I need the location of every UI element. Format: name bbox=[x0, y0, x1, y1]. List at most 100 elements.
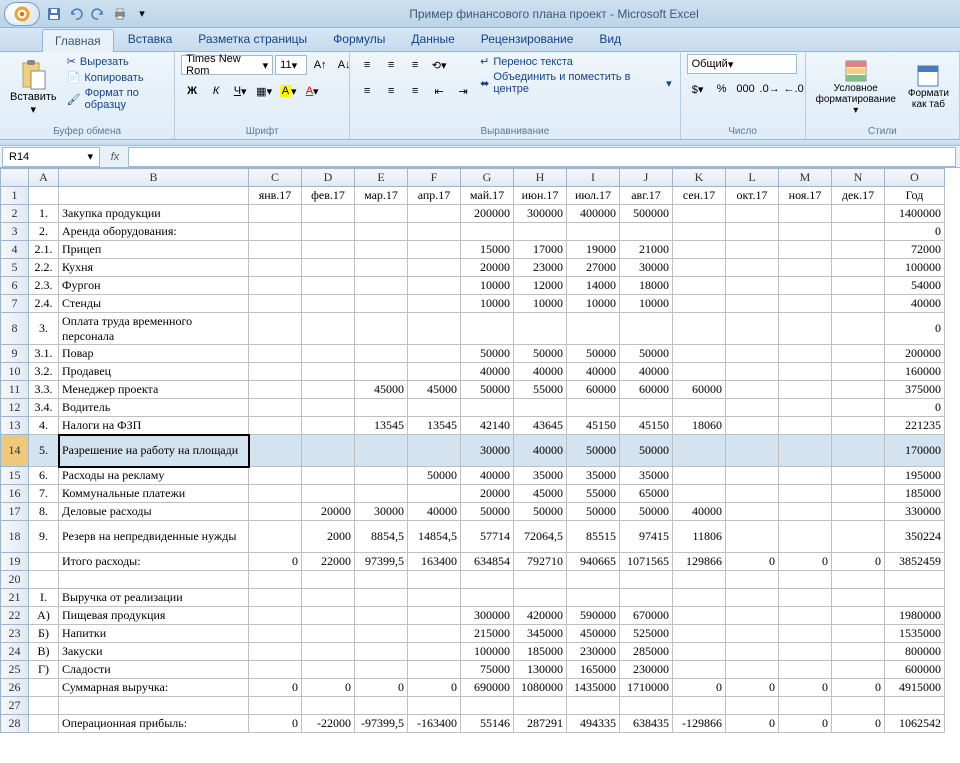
row-header-18[interactable]: 18 bbox=[1, 521, 29, 553]
row-header-21[interactable]: 21 bbox=[1, 589, 29, 607]
col-header-N[interactable]: N bbox=[832, 169, 885, 187]
cell-H10[interactable]: 40000 bbox=[514, 363, 567, 381]
cell-D21[interactable] bbox=[302, 589, 355, 607]
cell-G5[interactable]: 20000 bbox=[461, 259, 514, 277]
cell-L15[interactable] bbox=[726, 467, 779, 485]
cell-J11[interactable]: 60000 bbox=[620, 381, 673, 399]
cell-B18[interactable]: Резерв на непредвиденные нужды bbox=[59, 521, 249, 553]
cell-J17[interactable]: 50000 bbox=[620, 503, 673, 521]
cell-F19[interactable]: 163400 bbox=[408, 553, 461, 571]
cell-B5[interactable]: Кухня bbox=[59, 259, 249, 277]
qat-customize-icon[interactable]: ▾ bbox=[132, 4, 152, 24]
cell-D26[interactable]: 0 bbox=[302, 679, 355, 697]
cell-O14[interactable]: 170000 bbox=[885, 435, 945, 467]
cell-I17[interactable]: 50000 bbox=[567, 503, 620, 521]
cell-G19[interactable]: 634854 bbox=[461, 553, 514, 571]
cell-K27[interactable] bbox=[673, 697, 726, 715]
cell-E15[interactable] bbox=[355, 467, 408, 485]
cell-M2[interactable] bbox=[779, 205, 832, 223]
cell-E26[interactable]: 0 bbox=[355, 679, 408, 697]
cell-L7[interactable] bbox=[726, 295, 779, 313]
cell-J7[interactable]: 10000 bbox=[620, 295, 673, 313]
cell-I19[interactable]: 940665 bbox=[567, 553, 620, 571]
cell-M19[interactable]: 0 bbox=[779, 553, 832, 571]
cell-O23[interactable]: 1535000 bbox=[885, 625, 945, 643]
cell-I1[interactable]: июл.17 bbox=[567, 187, 620, 205]
cell-J19[interactable]: 1071565 bbox=[620, 553, 673, 571]
cell-M22[interactable] bbox=[779, 607, 832, 625]
cell-A22[interactable]: А) bbox=[29, 607, 59, 625]
cell-C19[interactable]: 0 bbox=[249, 553, 302, 571]
row-header-1[interactable]: 1 bbox=[1, 187, 29, 205]
cell-A26[interactable] bbox=[29, 679, 59, 697]
cell-C5[interactable] bbox=[249, 259, 302, 277]
row-header-20[interactable]: 20 bbox=[1, 571, 29, 589]
cell-L18[interactable] bbox=[726, 521, 779, 553]
cell-H21[interactable] bbox=[514, 589, 567, 607]
cell-A28[interactable] bbox=[29, 715, 59, 733]
cell-J18[interactable]: 97415 bbox=[620, 521, 673, 553]
cell-B1[interactable] bbox=[59, 187, 249, 205]
indent-dec-icon[interactable]: ⇤ bbox=[428, 80, 450, 102]
cell-I7[interactable]: 10000 bbox=[567, 295, 620, 313]
cell-G21[interactable] bbox=[461, 589, 514, 607]
cell-D20[interactable] bbox=[302, 571, 355, 589]
cell-A11[interactable]: 3.3. bbox=[29, 381, 59, 399]
cell-K5[interactable] bbox=[673, 259, 726, 277]
cell-A10[interactable]: 3.2. bbox=[29, 363, 59, 381]
cell-F12[interactable] bbox=[408, 399, 461, 417]
cell-L17[interactable] bbox=[726, 503, 779, 521]
cell-A7[interactable]: 2.4. bbox=[29, 295, 59, 313]
cell-H22[interactable]: 420000 bbox=[514, 607, 567, 625]
row-header-16[interactable]: 16 bbox=[1, 485, 29, 503]
cell-M1[interactable]: ноя.17 bbox=[779, 187, 832, 205]
cell-H12[interactable] bbox=[514, 399, 567, 417]
cell-J25[interactable]: 230000 bbox=[620, 661, 673, 679]
cell-N2[interactable] bbox=[832, 205, 885, 223]
cell-G16[interactable]: 20000 bbox=[461, 485, 514, 503]
cell-I25[interactable]: 165000 bbox=[567, 661, 620, 679]
cell-J22[interactable]: 670000 bbox=[620, 607, 673, 625]
cell-H15[interactable]: 35000 bbox=[514, 467, 567, 485]
cell-I6[interactable]: 14000 bbox=[567, 277, 620, 295]
cell-O8[interactable]: 0 bbox=[885, 313, 945, 345]
cell-C26[interactable]: 0 bbox=[249, 679, 302, 697]
cell-F22[interactable] bbox=[408, 607, 461, 625]
worksheet-grid[interactable]: ABCDEFGHIJKLMNO1янв.17фев.17мар.17апр.17… bbox=[0, 168, 960, 763]
row-header-22[interactable]: 22 bbox=[1, 607, 29, 625]
cell-H8[interactable] bbox=[514, 313, 567, 345]
cell-F20[interactable] bbox=[408, 571, 461, 589]
cell-E24[interactable] bbox=[355, 643, 408, 661]
office-button[interactable] bbox=[4, 2, 40, 26]
cell-G22[interactable]: 300000 bbox=[461, 607, 514, 625]
cell-G2[interactable]: 200000 bbox=[461, 205, 514, 223]
row-header-4[interactable]: 4 bbox=[1, 241, 29, 259]
cell-D5[interactable] bbox=[302, 259, 355, 277]
cell-E20[interactable] bbox=[355, 571, 408, 589]
cell-M4[interactable] bbox=[779, 241, 832, 259]
cell-G17[interactable]: 50000 bbox=[461, 503, 514, 521]
cell-L6[interactable] bbox=[726, 277, 779, 295]
cell-F18[interactable]: 14854,5 bbox=[408, 521, 461, 553]
paste-button[interactable]: Вставить ▾ bbox=[6, 54, 61, 120]
col-header-C[interactable]: C bbox=[249, 169, 302, 187]
cell-H11[interactable]: 55000 bbox=[514, 381, 567, 399]
tab-page-layout[interactable]: Разметка страницы bbox=[186, 28, 319, 51]
cell-O2[interactable]: 1400000 bbox=[885, 205, 945, 223]
orientation-icon[interactable]: ⟲▾ bbox=[428, 54, 450, 76]
cell-B24[interactable]: Закуски bbox=[59, 643, 249, 661]
cell-D19[interactable]: 22000 bbox=[302, 553, 355, 571]
comma-icon[interactable]: 000 bbox=[735, 78, 757, 100]
align-center-icon[interactable]: ≡ bbox=[380, 80, 402, 102]
cell-I28[interactable]: 494335 bbox=[567, 715, 620, 733]
cell-K4[interactable] bbox=[673, 241, 726, 259]
cell-C2[interactable] bbox=[249, 205, 302, 223]
cell-M26[interactable]: 0 bbox=[779, 679, 832, 697]
cell-C22[interactable] bbox=[249, 607, 302, 625]
cell-L23[interactable] bbox=[726, 625, 779, 643]
cell-J15[interactable]: 35000 bbox=[620, 467, 673, 485]
cell-D2[interactable] bbox=[302, 205, 355, 223]
cell-L21[interactable] bbox=[726, 589, 779, 607]
cell-H19[interactable]: 792710 bbox=[514, 553, 567, 571]
cell-A1[interactable] bbox=[29, 187, 59, 205]
